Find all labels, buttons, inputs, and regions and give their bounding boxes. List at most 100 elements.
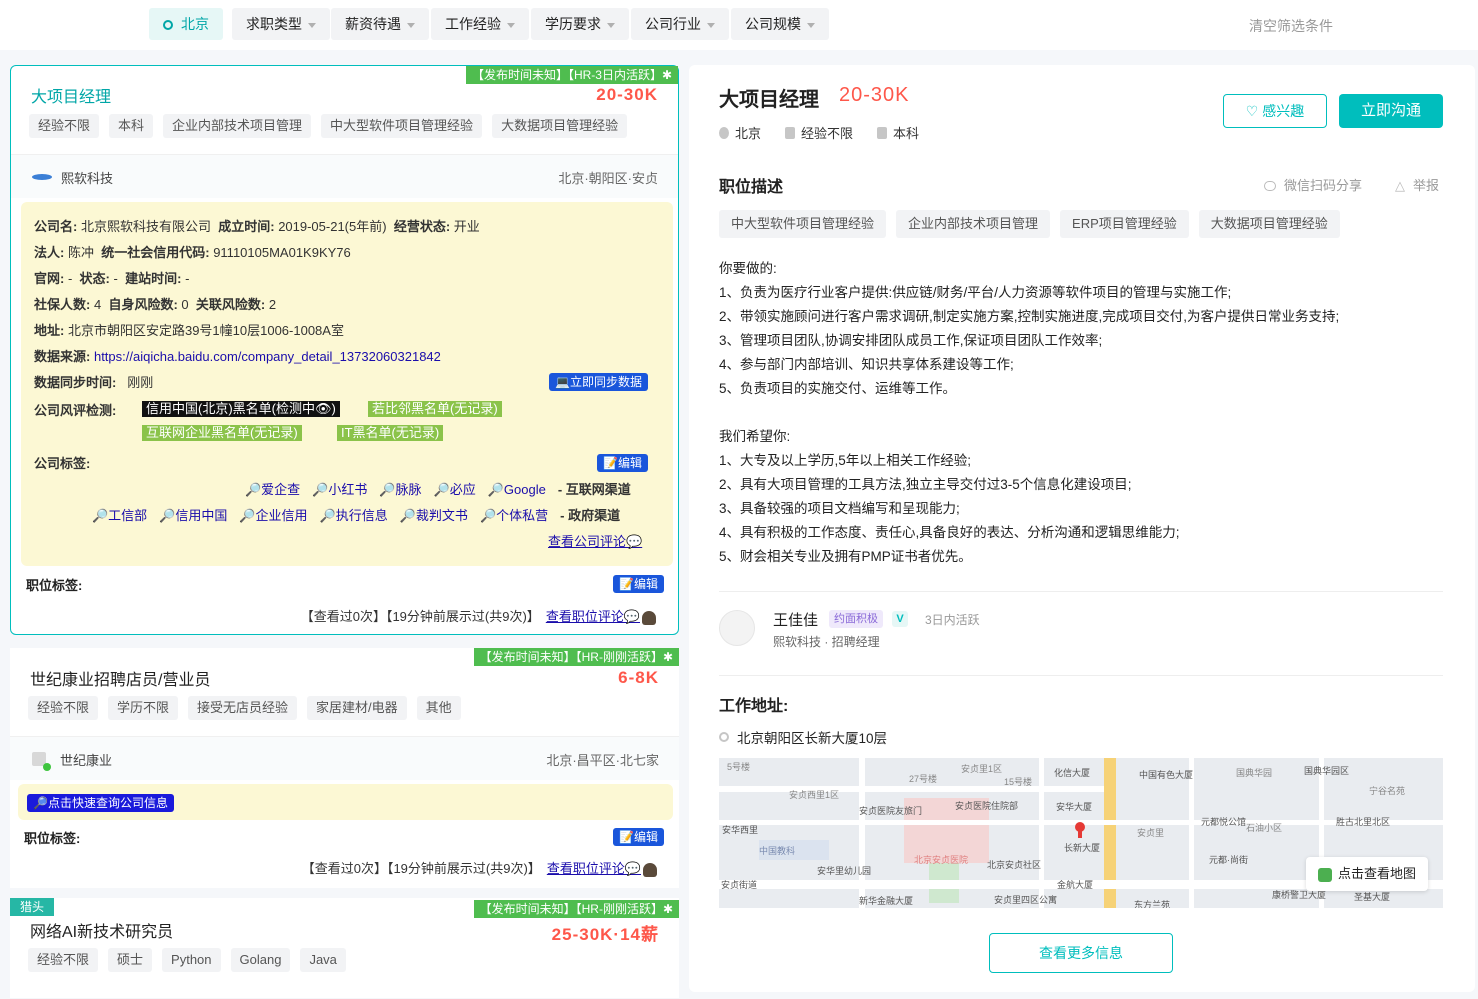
map-label: 元都悦公馆 (1201, 816, 1246, 827)
chat-now-button[interactable]: 立即沟通 (1339, 94, 1443, 128)
view-more-button[interactable]: 查看更多信息 (989, 933, 1173, 973)
interest-button[interactable]: ♡ 感兴趣 (1223, 94, 1327, 128)
job-tag: Java (300, 948, 346, 972)
gov-search-links: 🔎工信部 🔎信用中国 🔎企业信用 🔎执行信息 🔎裁判文书 🔎个体私营 - 政府渠道 (92, 508, 621, 523)
recruiter-badge: 约面积极 (829, 610, 883, 628)
job-review-link[interactable]: 查看职位评论💬 (546, 609, 640, 624)
filter-industry[interactable]: 公司行业 (631, 8, 729, 40)
risk-check-badge[interactable]: 若比邻黑名单(无记录) (368, 401, 502, 417)
search-link[interactable]: 🔎爱企查 (245, 482, 300, 497)
skill-tag: 企业内部技术项目管理 (896, 210, 1051, 238)
detail-tags: 中大型软件项目管理经验 企业内部技术项目管理 ERP项目管理经验 大数据项目管理… (719, 210, 1340, 238)
map-label: 安贞医院友旅门 (859, 805, 922, 816)
activity-badge: 【发布时间未知】【HR-刚刚活跃】✱ (473, 648, 679, 666)
search-link[interactable]: 🔎脉脉 (379, 482, 421, 497)
job-tag: 大数据项目管理经验 (492, 114, 628, 138)
job-tag: Golang (230, 948, 291, 972)
wechat-share-button[interactable]: 微信扫码分享 (1264, 175, 1362, 194)
location-map[interactable]: 5号楼 安贞里1区 化信大厦 中国有色大厦 国典华园 国典华园区 27号楼 15… (719, 758, 1443, 908)
avatar[interactable] (719, 610, 755, 646)
job-tag: 接受无店员经验 (188, 696, 298, 720)
detail-meta: 北京 经验不限 本科 (719, 123, 919, 142)
avatar-icon (643, 862, 657, 877)
job-detail-panel: 大项目经理 20-30K 北京 经验不限 本科 ♡ 感兴趣 立即沟通 职位描述 … (689, 65, 1475, 992)
chevron-down-icon (507, 22, 515, 28)
search-link[interactable]: 🔎必应 (434, 482, 476, 497)
map-label: 中国有色大厦 (1139, 769, 1193, 780)
job-description: 你要做的: 1、负责为医疗行业客户提供:供应链/财务/平台/人力资源等软件项目的管… (719, 261, 1340, 564)
map-label: 中国教科 (759, 845, 795, 856)
city-filter[interactable]: 北京 (149, 8, 223, 40)
view-map-button[interactable]: 点击查看地图 (1305, 857, 1428, 891)
search-link[interactable]: 🔎个体私营 (480, 508, 548, 523)
data-source-link[interactable]: https://aiqicha.baidu.com/company_detail… (94, 349, 441, 364)
job-tags: 经验不限 本科 企业内部技术项目管理 中大型软件项目管理经验 大数据项目管理经验 (29, 114, 628, 138)
map-label: 东方兰苑 (1134, 899, 1170, 908)
map-label: 安华西里 (722, 824, 758, 835)
risk-check-badge[interactable]: 信用中国(北京)黑名单(检测中👁) (142, 401, 340, 417)
job-title[interactable]: 世纪康业招聘店员/营业员 (30, 666, 210, 690)
quick-query-button[interactable]: 🔎点击快速查询公司信息 (27, 794, 174, 812)
job-card[interactable]: 【发布时间未知】【HR-3日内活跃】✱ 大项目经理 20-30K 经验不限 本科… (10, 65, 679, 635)
chevron-down-icon (607, 22, 615, 28)
search-link[interactable]: 🔎工信部 (92, 508, 147, 523)
company-info-panel: 公司名: 北京熙软科技有限公司 成立时间: 2019-05-21(5年前) 经营… (21, 202, 673, 566)
risk-check-badge[interactable]: 互联网企业黑名单(无记录) (142, 425, 302, 441)
headhunter-badge: 猎头 (10, 898, 55, 916)
filter-scale[interactable]: 公司规模 (731, 8, 829, 40)
search-link[interactable]: 🔎执行信息 (320, 508, 388, 523)
job-tag: 经验不限 (29, 114, 100, 138)
company-info-row: 世纪康业 北京·昌平区·北七家 (10, 736, 679, 780)
chevron-down-icon (807, 22, 815, 28)
map-label: 15号楼 (1004, 776, 1032, 787)
job-tag: 中大型软件项目管理经验 (321, 114, 483, 138)
company-name[interactable]: 世纪康业 (60, 750, 112, 769)
skill-tag: 中大型软件项目管理经验 (719, 210, 887, 238)
search-link[interactable]: 🔎小红书 (312, 482, 367, 497)
job-tag: 本科 (109, 114, 154, 138)
filter-salary[interactable]: 薪资待遇 (331, 8, 429, 40)
search-link[interactable]: 🔎企业信用 (239, 508, 307, 523)
search-link[interactable]: 🔎裁判文书 (400, 508, 468, 523)
edit-job-tag-button[interactable]: 📝编辑 (613, 828, 664, 846)
job-title[interactable]: 大项目经理 (31, 83, 111, 107)
job-card[interactable]: 【发布时间未知】【HR-刚刚活跃】✱ 世纪康业招聘店员/营业员 6-8K 经验不… (10, 648, 679, 888)
activity-badge: 【发布时间未知】【HR-刚刚活跃】✱ (473, 900, 679, 918)
location-icon (719, 126, 729, 139)
job-tag: 其他 (416, 696, 461, 720)
report-button[interactable]: △ 举报 (1395, 175, 1439, 194)
chevron-down-icon (707, 22, 715, 28)
map-label: 北京安贞社区 (987, 859, 1041, 870)
edit-company-tag-button[interactable]: 📝编辑 (597, 454, 648, 472)
avatar-icon (642, 610, 656, 625)
map-label: 圣基大厦 (1354, 891, 1390, 902)
company-review-link[interactable]: 查看公司评论💬 (548, 531, 642, 550)
job-tags: 经验不限 学历不限 接受无店员经验 家居建材/电器 其他 (28, 696, 461, 720)
work-address: 北京朝阳区长新大厦10层 (719, 727, 887, 747)
company-name[interactable]: 熙软科技 (61, 168, 113, 187)
map-label: 安华里幼儿园 (817, 865, 871, 876)
job-title[interactable]: 网络AI新技术研究员 (30, 918, 173, 942)
job-salary: 25-30K·14薪 (551, 925, 659, 944)
divider (719, 591, 1443, 592)
filter-experience[interactable]: 工作经验 (431, 8, 529, 40)
filter-job-type[interactable]: 求职类型 (232, 8, 330, 40)
edit-job-tag-button[interactable]: 📝编辑 (613, 575, 664, 593)
map-label: 安贞西里1区 (789, 789, 839, 800)
map-label: 国典华园 (1236, 767, 1272, 778)
clear-filters-button[interactable]: 清空筛选条件 (1249, 16, 1333, 36)
view-stats: 【查看过0次】【19分钟前展示过(共9次)】 查看职位评论💬 (301, 606, 656, 625)
graduation-cap-icon (877, 126, 888, 139)
risk-check-badge[interactable]: IT黑名单(无记录) (337, 425, 444, 441)
filter-education[interactable]: 学历要求 (531, 8, 629, 40)
web-search-links: 🔎爱企查 🔎小红书 🔎脉脉 🔎必应 🔎Google - 互联网渠道 (245, 482, 631, 497)
map-label: 5号楼 (727, 761, 750, 772)
job-tag: 学历不限 (108, 696, 179, 720)
search-link[interactable]: 🔎Google (488, 482, 546, 497)
sync-data-button[interactable]: 💻立即同步数据 (549, 373, 648, 391)
warning-icon: △ (1395, 178, 1405, 193)
search-link[interactable]: 🔎信用中国 (159, 508, 227, 523)
job-review-link[interactable]: 查看职位评论💬 (547, 861, 641, 876)
job-card[interactable]: 猎头 【发布时间未知】【HR-刚刚活跃】✱ 网络AI新技术研究员 25-30K·… (10, 898, 679, 998)
verified-icon: V (892, 611, 908, 627)
